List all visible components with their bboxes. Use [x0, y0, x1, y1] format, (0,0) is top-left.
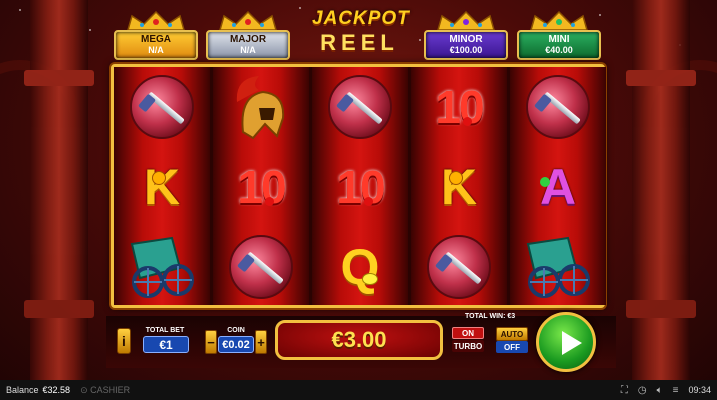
- jackpot-major: MAJOR N/A: [206, 10, 290, 62]
- fullscreen-icon[interactable]: ⛶: [621, 385, 628, 396]
- symbol-sword-orb: [312, 67, 408, 146]
- cherry-icon: [364, 197, 373, 206]
- total-bet-value[interactable]: €1: [143, 336, 189, 353]
- total-bet-label: TOTAL BET: [145, 327, 185, 334]
- logo-line-1: JACKPOT: [312, 8, 410, 29]
- jackpot-value: €100.00: [449, 45, 483, 55]
- jackpot-mini: MINI €40.00: [517, 10, 601, 62]
- jackpot-name: MINI: [548, 34, 570, 45]
- cherry-icon: [463, 117, 472, 126]
- logo-line-2: REEL: [320, 30, 399, 55]
- reel-1: K: [114, 67, 210, 305]
- info-button[interactable]: i: [117, 328, 131, 354]
- helmet-icon: [236, 75, 285, 139]
- coin-plus-button[interactable]: +: [255, 330, 267, 354]
- reel-frame: K 10 10 Q 10 K A: [111, 64, 606, 308]
- turbo-button[interactable]: TURBO: [452, 340, 484, 352]
- crown-icon: [530, 10, 588, 31]
- auto-button[interactable]: AUTO: [496, 327, 528, 341]
- reel-4: 10 K: [411, 67, 507, 305]
- sword-icon: [543, 91, 581, 124]
- status-bar: Balance €32.58 ⊙ CASHIER ⛶ ◷ 🔈︎ ≡ 09:34: [0, 380, 717, 400]
- right-column: [626, 0, 696, 380]
- symbol-k: K: [143, 158, 181, 215]
- jackpot-value: N/A: [148, 45, 164, 55]
- coin-value[interactable]: €0.02: [218, 336, 254, 353]
- menu-icon[interactable]: ≡: [673, 385, 679, 396]
- jackpot-value: N/A: [240, 45, 256, 55]
- left-column: [24, 0, 94, 380]
- symbol-k: K: [440, 158, 478, 215]
- jackpot-mega: MEGA N/A: [114, 10, 198, 62]
- sword-icon: [444, 251, 482, 284]
- gem-icon: [540, 177, 550, 187]
- game-logo: JACKPOT REEL: [312, 8, 410, 64]
- sword-icon: [246, 251, 284, 284]
- symbol-q: Q: [340, 238, 380, 295]
- symbol-10: 10: [435, 80, 484, 133]
- chariot-icon: [526, 236, 590, 298]
- total-win-label: TOTAL WIN: €3: [465, 313, 516, 320]
- symbol-a: A: [539, 158, 577, 215]
- coin-minus-button[interactable]: −: [205, 330, 217, 354]
- jackpot-plaque: MAJOR N/A: [206, 30, 290, 60]
- balance-label: Balance: [6, 385, 39, 395]
- balance-value: €32.58: [42, 385, 71, 395]
- jackpot-minor: MINOR €100.00: [424, 10, 508, 62]
- sword-icon: [345, 91, 383, 124]
- reel-5: A: [510, 67, 606, 305]
- crown-icon: [437, 10, 495, 31]
- status-right: ⛶ ◷ 🔈︎ ≡ 09:34: [621, 380, 711, 400]
- jackpot-name: MEGA: [141, 34, 171, 45]
- sound-icon[interactable]: 🔈︎: [657, 385, 663, 396]
- reel-3: 10 Q: [312, 67, 408, 305]
- spin-button[interactable]: [536, 312, 596, 372]
- orange-icon: [449, 171, 463, 185]
- lemon-icon: [362, 273, 378, 285]
- crown-icon: [127, 10, 185, 31]
- sword-icon: [147, 91, 185, 124]
- cashier-link[interactable]: ⊙ CASHIER: [80, 385, 130, 396]
- jackpot-plaque: MEGA N/A: [114, 30, 198, 60]
- chariot-icon: [130, 236, 194, 298]
- jackpot-name: MINOR: [449, 34, 483, 45]
- orange-icon: [152, 171, 166, 185]
- game-stage: MEGA N/A MAJOR N/A JACKPOT REEL MINOR €1…: [0, 0, 717, 400]
- turbo-on-indicator: ON: [452, 327, 484, 339]
- symbol-chariot: [114, 227, 210, 306]
- jackpot-plaque: MINI €40.00: [517, 30, 601, 60]
- crown-icon: [219, 10, 277, 31]
- jackpot-plaque: MINOR €100.00: [424, 30, 508, 60]
- reel-2: 10: [213, 67, 309, 305]
- win-amount-display: €3.00: [275, 320, 443, 360]
- cashier-label: CASHIER: [90, 384, 131, 395]
- auto-state: OFF: [496, 341, 528, 353]
- symbol-sword-orb: [510, 67, 606, 146]
- cherry-icon: [265, 197, 274, 206]
- jackpot-value: €40.00: [545, 45, 573, 55]
- symbol-sword-orb: [411, 227, 507, 306]
- clock-icon[interactable]: ◷: [638, 385, 647, 396]
- symbol-chariot: [510, 227, 606, 306]
- symbol-10: 10: [237, 160, 286, 213]
- symbol-gladiator-helmet: [213, 67, 309, 146]
- symbol-sword-orb: [213, 227, 309, 306]
- symbol-10: 10: [336, 160, 385, 213]
- jackpot-name: MAJOR: [229, 34, 267, 45]
- symbol-sword-orb: [114, 67, 210, 146]
- clock-time: 09:34: [688, 385, 711, 395]
- coin-label: COIN: [227, 327, 245, 334]
